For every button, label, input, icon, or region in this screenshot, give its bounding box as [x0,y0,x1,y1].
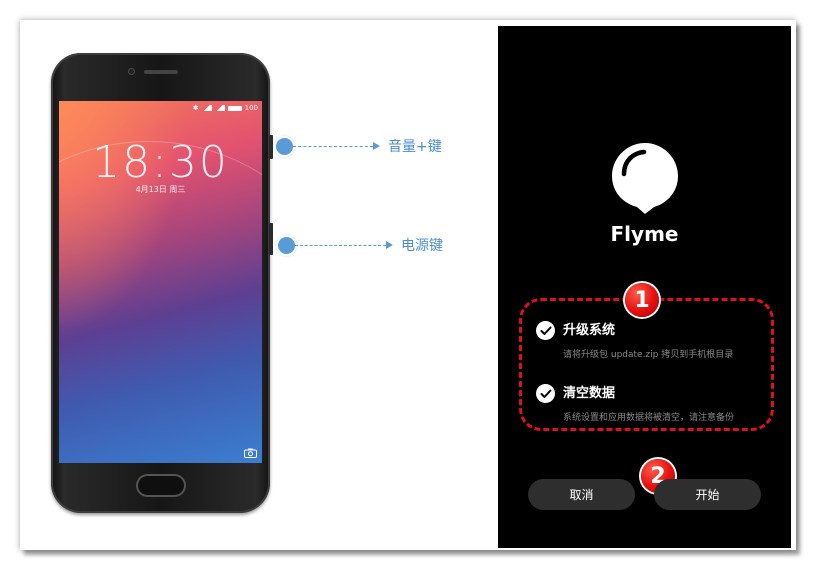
recovery-screen: Flyme 升级系统 请将升级包 update.zip 拷贝到手机根目录 清空数… [498,26,791,548]
front-camera [128,68,135,75]
bluetooth-icon: ✱ [192,104,199,112]
volume-callout-label: 音量+键 [388,139,442,155]
option-title: 升级系统 [563,323,616,338]
cancel-button[interactable]: 取消 [528,479,635,510]
power-callout-label: 电源键 [401,238,443,254]
earpiece-speaker [144,70,178,74]
home-button [136,474,186,497]
option-description: 系统设置和应用数据将被清空，请注意备份 [563,413,735,423]
battery-level: 100 [244,104,258,112]
volume-callout-arrow [373,142,380,150]
power-callout-arrow [386,241,393,249]
status-bar: ✱ 100 [193,103,258,113]
step-1-badge: 1 [625,283,659,317]
brand-name: Flyme [610,222,679,246]
signal-icon-2 [214,105,225,111]
camera-icon [244,448,257,458]
options-highlight: 升级系统 请将升级包 update.zip 拷贝到手机根目录 清空数据 系统设置… [519,298,774,431]
checkmark-icon[interactable] [536,384,555,403]
option-title: 清空数据 [563,386,616,401]
volume-callout-dot [276,137,293,155]
volume-callout: 音量+键 [276,136,442,156]
lock-clock: 18:30 [92,137,229,188]
volume-up-key [269,135,273,159]
power-callout: 电源键 [278,235,443,255]
phone-illustration: ✱ 100 18:30 4月13日 周三 [51,53,273,513]
flyme-logo-icon [612,143,678,214]
power-callout-line [295,244,386,246]
power-callout-dot [278,236,295,254]
battery-icon [227,105,242,111]
lock-screen: ✱ 100 18:30 4月13日 周三 [59,101,262,463]
option-description: 请将升级包 update.zip 拷贝到手机根目录 [563,350,734,360]
checkmark-icon[interactable] [536,321,555,340]
lock-date: 4月13日 周三 [135,185,186,194]
volume-callout-line [293,145,373,147]
start-button[interactable]: 开始 [654,479,761,510]
power-key [269,223,273,255]
signal-icon [201,105,212,111]
